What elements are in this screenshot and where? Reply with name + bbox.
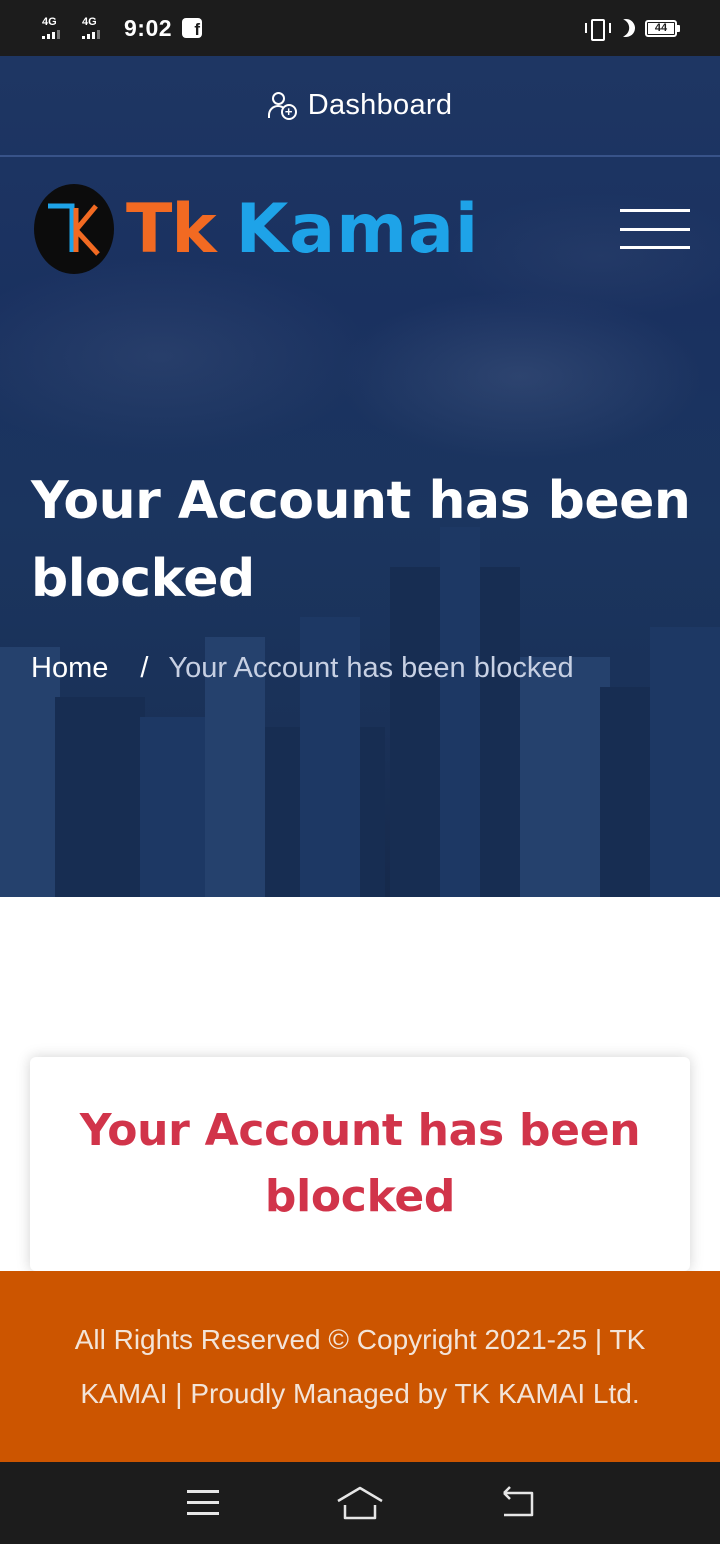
battery-level: 44 bbox=[648, 22, 674, 34]
facebook-icon: f bbox=[182, 18, 203, 38]
blocked-message-card: Your Account has been blocked bbox=[30, 1057, 690, 1271]
network-type-label: 4G bbox=[42, 16, 57, 28]
breadcrumb-separator: / bbox=[140, 652, 149, 684]
page-title: Your Account has been blocked bbox=[31, 471, 691, 609]
status-left: 4G 4G 9:02 f bbox=[42, 14, 203, 42]
breadcrumb: Home / Your Account has been blocked bbox=[31, 652, 574, 685]
status-right: 44 bbox=[585, 16, 680, 41]
status-bar: 4G 4G 9:02 f 44 bbox=[0, 0, 720, 56]
breadcrumb-current: Your Account has been blocked bbox=[168, 652, 574, 684]
hamburger-menu-button[interactable] bbox=[620, 209, 690, 249]
user-add-icon: + bbox=[267, 91, 298, 121]
dashboard-link[interactable]: Dashboard bbox=[308, 89, 453, 122]
hero-banner: + Dashboard Tk Kamai Your Account has be… bbox=[0, 56, 720, 897]
back-icon[interactable] bbox=[492, 1483, 542, 1523]
battery-icon: 44 bbox=[645, 19, 680, 37]
do-not-disturb-icon bbox=[614, 16, 639, 41]
footer: All Rights Reserved © Copyright 2021-25 … bbox=[0, 1271, 720, 1462]
signal-1-icon: 4G bbox=[42, 17, 72, 39]
brand-logo[interactable]: Tk Kamai bbox=[34, 184, 479, 274]
vibrate-icon bbox=[585, 18, 611, 41]
clock: 9:02 bbox=[124, 14, 173, 41]
blocked-message: Your Account has been blocked bbox=[79, 1105, 641, 1222]
logo-tk-icon bbox=[34, 184, 114, 274]
dashboard-link-bar: + Dashboard bbox=[0, 56, 720, 157]
copyright-text: All Rights Reserved © Copyright 2021-25 … bbox=[74, 1323, 646, 1409]
network-type-label: 4G bbox=[82, 16, 97, 28]
signal-2-icon: 4G bbox=[82, 17, 112, 39]
menu-icon[interactable] bbox=[178, 1483, 228, 1523]
brand-kamai-text: Kamai bbox=[235, 189, 480, 269]
system-nav-bar bbox=[0, 1462, 720, 1544]
breadcrumb-home-link[interactable]: Home bbox=[31, 652, 108, 685]
brand-tk-text: Tk bbox=[126, 189, 217, 269]
home-icon[interactable] bbox=[335, 1483, 385, 1523]
